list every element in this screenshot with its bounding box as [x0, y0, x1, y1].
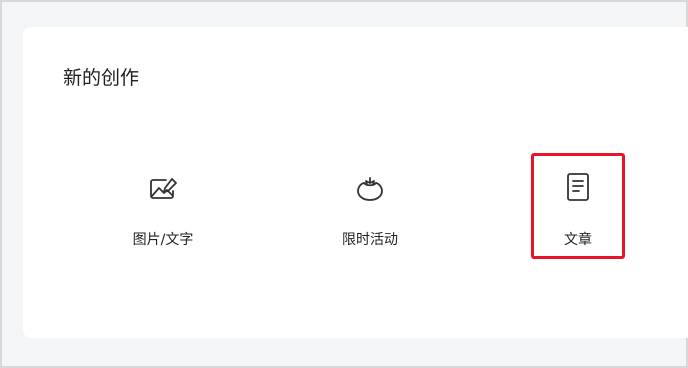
option-image-text[interactable]: 图片/文字 [113, 167, 213, 257]
image-edit-icon [150, 178, 177, 199]
page-background: 新的创作 图片/文字 限时活动 文章 [2, 2, 688, 366]
document-icon [567, 173, 589, 201]
new-creation-card: 新的创作 图片/文字 限时活动 文章 [23, 27, 688, 338]
option-label: 文章 [564, 232, 592, 248]
tomato-icon [357, 177, 383, 201]
card-title: 新的创作 [63, 67, 140, 89]
option-label: 图片/文字 [132, 232, 194, 248]
option-article[interactable]: 文章 [531, 153, 625, 259]
option-label: 限时活动 [342, 232, 398, 248]
option-limited-event[interactable]: 限时活动 [320, 167, 420, 257]
